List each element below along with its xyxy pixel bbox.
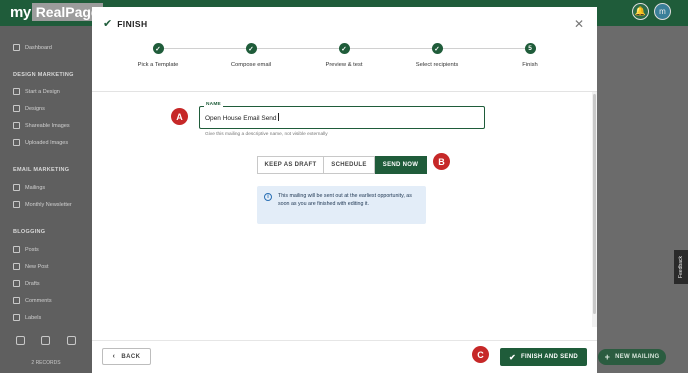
sidebar-section-design: DESIGN MARKETING	[13, 72, 74, 78]
home-icon[interactable]	[16, 336, 26, 345]
mail-icon	[13, 184, 20, 191]
main-background	[597, 26, 688, 373]
drafts-icon	[13, 280, 20, 287]
send-info-text: This mailing will be sent out at the ear…	[278, 193, 412, 207]
labels-icon	[13, 314, 20, 321]
modal-title: FINISH	[117, 18, 148, 29]
step-done-check-icon: ✓	[338, 43, 350, 54]
sidebar-item-comments[interactable]: Comments	[13, 297, 52, 304]
sidebar-item-shareable-images[interactable]: Shareable Images	[13, 122, 70, 129]
callout-marker-a: A	[171, 108, 188, 125]
sidebar-item-dashboard[interactable]: Dashboard	[13, 44, 52, 51]
feedback-tab[interactable]: Feedback	[674, 250, 688, 284]
image-icon	[13, 122, 20, 129]
callout-marker-c: C	[472, 346, 489, 363]
step-number: 5	[524, 43, 536, 54]
keep-as-draft-button[interactable]: KEEP AS DRAFT	[257, 156, 324, 174]
send-info-alert: i This mailing will be sent out at the e…	[257, 186, 426, 224]
finish-and-send-button[interactable]: ✔ FINISH AND SEND	[500, 348, 587, 366]
dashboard-icon	[13, 44, 20, 51]
sidebar-section-blogging: BLOGGING	[13, 229, 46, 235]
chevron-left-icon: ‹	[112, 353, 116, 360]
globe-icon[interactable]	[41, 336, 51, 345]
name-field-label: NAME	[204, 102, 223, 107]
app-logo[interactable]: my RealPage	[10, 2, 103, 22]
modal-header: ✔ FINISH ✕	[92, 7, 597, 40]
sidebar-section-email: EMAIL MARKETING	[13, 167, 70, 173]
callout-marker-b: B	[433, 153, 450, 170]
footer-divider	[92, 340, 597, 341]
sidebar-item-labels[interactable]: Labels	[13, 314, 41, 321]
user-avatar[interactable]: m	[654, 3, 671, 20]
sidebar-item-posts[interactable]: Posts	[13, 246, 39, 253]
sidebar-item-new-post[interactable]: New Post	[13, 263, 49, 270]
name-field-helper: Give this mailing a descriptive name, no…	[205, 132, 328, 137]
sidebar-item-uploaded-images[interactable]: Uploaded Images	[13, 139, 68, 146]
info-icon: i	[264, 193, 272, 201]
notifications-bell-icon[interactable]: 🔔	[632, 3, 649, 20]
scrollbar-thumb[interactable]	[593, 94, 596, 314]
sidebar-item-drafts[interactable]: Drafts	[13, 280, 40, 287]
close-icon[interactable]: ✕	[574, 17, 584, 31]
send-option-group: KEEP AS DRAFT SCHEDULE SEND NOW	[257, 156, 427, 174]
step-done-check-icon: ✓	[245, 43, 257, 54]
check-icon: ✔	[509, 352, 517, 362]
newsletter-icon	[13, 201, 20, 208]
plus-icon: +	[604, 352, 611, 362]
step-done-check-icon: ✓	[431, 43, 443, 54]
designs-icon	[13, 105, 20, 112]
plus-icon	[13, 263, 20, 270]
sidebar-item-mailings[interactable]: Mailings	[13, 184, 45, 191]
sidebar-item-start-design[interactable]: Start a Design	[13, 88, 60, 95]
step-done-check-icon: ✓	[152, 43, 164, 54]
finish-modal: ✔ FINISH ✕ ✓ Pick a Template ✓ Compose e…	[92, 7, 597, 373]
sidebar: Dashboard DESIGN MARKETING Start a Desig…	[0, 26, 92, 373]
sidebar-item-designs[interactable]: Designs	[13, 105, 45, 112]
text-caret	[277, 113, 279, 121]
logo-my: my	[10, 3, 31, 21]
comments-icon	[13, 297, 20, 304]
send-now-button[interactable]: SEND NOW	[375, 156, 427, 174]
posts-icon	[13, 246, 20, 253]
rocket-icon	[13, 88, 20, 95]
sidebar-item-monthly-newsletter[interactable]: Monthly Newsletter	[13, 201, 72, 208]
records-count: 2 RECORDS	[31, 360, 61, 366]
upload-icon	[13, 139, 20, 146]
chat-icon[interactable]	[66, 336, 76, 345]
step-finish[interactable]: 5 Finish	[475, 43, 585, 68]
back-button[interactable]: ‹ BACK	[102, 348, 151, 365]
new-mailing-button[interactable]: + NEW MAILING	[598, 349, 666, 365]
schedule-button[interactable]: SCHEDULE	[324, 156, 375, 174]
name-field-value[interactable]: Open House Email Send	[205, 113, 279, 122]
check-icon: ✔	[103, 18, 113, 30]
mailing-name-field[interactable]: NAME Open House Email Send	[199, 102, 485, 129]
wizard-stepper: ✓ Pick a Template ✓ Compose email ✓ Prev…	[92, 40, 597, 92]
sidebar-bottom-bar	[0, 336, 92, 345]
